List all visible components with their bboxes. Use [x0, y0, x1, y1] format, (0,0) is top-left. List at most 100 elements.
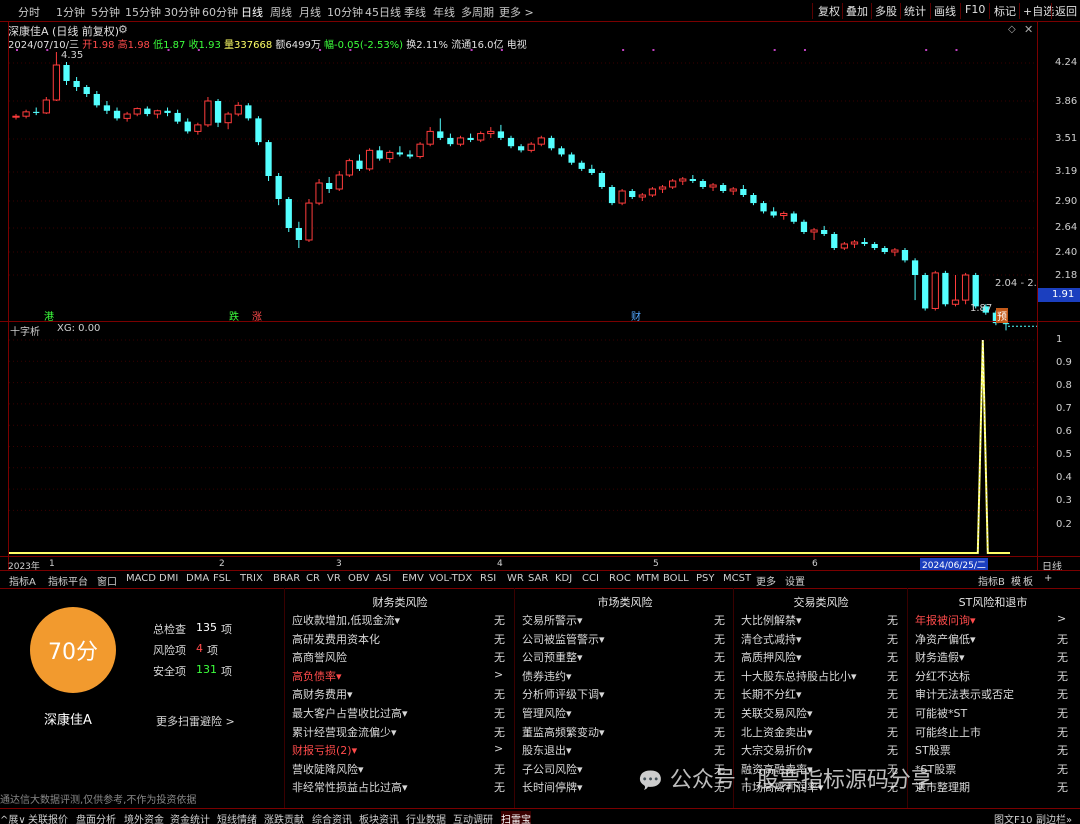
risk-item-label[interactable]: 财报亏损(2)▾ — [292, 742, 357, 758]
risk-item-label[interactable]: 关联交易风险▾ — [741, 705, 813, 721]
risk-item-label[interactable]: 清仓式减持▾ — [741, 631, 802, 647]
bottom-tab[interactable]: 涨跌贡献 — [264, 811, 304, 824]
risk-item-label[interactable]: 财务造假▾ — [915, 649, 965, 665]
indicator-tab[interactable]: ASI — [375, 573, 391, 584]
indicator-tab[interactable]: WR — [507, 573, 524, 584]
bottom-tab[interactable]: 短线情绪 — [217, 811, 257, 824]
bottom-tab-right[interactable]: 图文F10 — [994, 811, 1032, 824]
risk-item-label[interactable]: 最大客户占营收比过高▾ — [292, 705, 408, 721]
indicator-tab[interactable]: RSI — [480, 573, 496, 584]
risk-item-label[interactable]: 应收款增加,低现金流▾ — [292, 612, 400, 628]
risk-item-label[interactable]: 审计无法表示或否定 — [915, 686, 1014, 702]
risk-item-label[interactable]: 债券违约▾ — [522, 668, 572, 684]
bottom-tab[interactable]: 板块资讯 — [359, 811, 399, 824]
indicator-tab-right[interactable]: 指标B — [978, 573, 1005, 588]
marker-finance[interactable]: 财 — [631, 308, 641, 323]
risk-item-label[interactable]: 分析师评级下调▾ — [522, 686, 605, 702]
risk-item-label[interactable]: 营收陡降风险▾ — [292, 761, 364, 777]
risk-item-label[interactable]: 累计经营现金流偏少▾ — [292, 724, 397, 740]
risk-column-title: 交易类风险 — [793, 596, 849, 609]
price-tick: 2.40 — [1055, 247, 1078, 258]
risk-item-label[interactable]: 十大股东总持股占比小▾ — [741, 668, 857, 684]
candle-body — [740, 189, 747, 195]
risk-item-label[interactable]: 交易所警示▾ — [522, 612, 583, 628]
risk-item-label[interactable]: 高负债率▾ — [292, 668, 342, 684]
indicator-tab[interactable]: DMA — [186, 573, 209, 584]
risk-item-label[interactable]: 净资产偏低▾ — [915, 631, 976, 647]
indicator-tab[interactable]: 窗口 — [97, 573, 117, 588]
indicator-tab[interactable]: MACD — [126, 573, 156, 584]
risk-item-label[interactable]: 大比例解禁▾ — [741, 612, 802, 628]
bottom-tab[interactable]: ^展∨ — [0, 811, 26, 824]
bottom-tab[interactable]: 境外资金 — [124, 811, 164, 824]
marker-hk[interactable]: 港 — [44, 308, 54, 323]
indicator-tab[interactable]: 更多 — [756, 573, 776, 588]
indicator-tab[interactable]: TRIX — [240, 573, 263, 584]
indicator-tab[interactable]: MTM — [636, 573, 659, 584]
indicator-tab[interactable]: 设置 — [785, 573, 805, 588]
risk-item-label[interactable]: 高商誉风险 — [292, 649, 347, 665]
risk-item-label[interactable]: 高质押风险▾ — [741, 649, 802, 665]
indicator-tab[interactable]: BRAR — [273, 573, 300, 584]
indicator-tab[interactable]: KDJ — [555, 573, 572, 584]
indicator-tab[interactable]: OBV — [348, 573, 369, 584]
indicator-tab[interactable]: CCI — [582, 573, 599, 584]
marker-forecast[interactable]: 预 — [996, 308, 1008, 323]
bottom-tab[interactable]: 扫雷宝 — [501, 811, 531, 824]
risk-item-label[interactable]: 北上资金卖出▾ — [741, 724, 813, 740]
risk-item-label[interactable]: 公司被监管警示▾ — [522, 631, 605, 647]
risk-count: 4 — [196, 642, 203, 655]
indicator-tab[interactable]: DMI — [159, 573, 178, 584]
risk-item-label[interactable]: 股东退出▾ — [522, 742, 572, 758]
risk-item-label[interactable]: 高研发费用资本化 — [292, 631, 380, 647]
bottom-tab-right[interactable]: 副边栏» — [1036, 811, 1072, 824]
bottom-tab[interactable]: 互动调研 — [453, 811, 493, 824]
indicator-tab[interactable]: BOLL — [663, 573, 689, 584]
indicator-name[interactable]: 十字析 — [10, 323, 40, 338]
marker-up[interactable]: 涨 — [252, 308, 262, 323]
indicator-tab[interactable]: ROC — [609, 573, 631, 584]
indicator-tab-right[interactable]: + — [1044, 573, 1052, 584]
risk-item-label[interactable]: 长时间停牌▾ — [522, 779, 583, 795]
indicator-tab[interactable]: VOL-TDX — [429, 573, 472, 584]
indicator-tab-right[interactable]: 板 — [1023, 573, 1033, 588]
risk-item-label[interactable]: 董监高频繁变动▾ — [522, 724, 605, 740]
risk-item-label[interactable]: 公司预重整▾ — [522, 649, 583, 665]
risk-item-value: 无 — [494, 614, 505, 627]
ind-tick: 0.5 — [1056, 449, 1072, 460]
indicator-tab[interactable]: VR — [327, 573, 341, 584]
indicator-tab[interactable]: SAR — [528, 573, 548, 584]
indicator-tab-right[interactable]: 模 — [1011, 573, 1021, 588]
risk-item-label[interactable]: 子公司风险▾ — [522, 761, 583, 777]
signal-dot — [349, 49, 352, 51]
risk-item-label[interactable]: 可能终止上市 — [915, 724, 981, 740]
bottom-tab[interactable]: 资金统计 — [170, 811, 210, 824]
marker-down[interactable]: 跌 — [229, 308, 239, 323]
price-chart[interactable] — [0, 0, 1080, 586]
indicator-tab[interactable]: CR — [306, 573, 320, 584]
risk-item-label[interactable]: 大宗交易折价▾ — [741, 742, 813, 758]
range-annotation: 2.04 - 2. — [995, 278, 1037, 289]
risk-item-label[interactable]: ST股票 — [915, 742, 951, 758]
indicator-tab[interactable]: EMV — [402, 573, 424, 584]
bottom-tab[interactable]: 关联报价 — [28, 811, 68, 824]
risk-item-label[interactable]: 长期不分红▾ — [741, 686, 802, 702]
more-scan-link[interactable]: 更多扫雷避险 > — [156, 713, 235, 729]
risk-item-label[interactable]: 非经常性损益占比过高▾ — [292, 779, 408, 795]
risk-item-label[interactable]: 分红不达标 — [915, 668, 970, 684]
candle-body — [961, 274, 970, 301]
indicator-tab[interactable]: 指标A — [9, 573, 36, 588]
risk-item-label[interactable]: 高财务费用▾ — [292, 686, 353, 702]
indicator-tab[interactable]: 指标平台 — [48, 573, 88, 588]
bottom-tab[interactable]: 盘面分析 — [76, 811, 116, 824]
risk-item-label[interactable]: 可能被*ST — [915, 705, 967, 721]
indicator-tab[interactable]: MCST — [723, 573, 751, 584]
indicator-tab[interactable]: PSY — [696, 573, 715, 584]
bottom-tab[interactable]: 行业数据 — [406, 811, 446, 824]
risk-item-label[interactable]: 年报被问询▾ — [915, 612, 976, 628]
risk-item-label[interactable]: 管理风险▾ — [522, 705, 572, 721]
bottom-tab[interactable]: 综合资讯 — [312, 811, 352, 824]
indicator-tab[interactable]: FSL — [213, 573, 231, 584]
bottom-tabs: ^展∨ 关联报价 盘面分析 境外资金 资金统计 短线情绪 涨跌贡献 综合资讯 板块资讯 行业数据互… — [0, 808, 1080, 824]
candle-body — [265, 142, 272, 176]
